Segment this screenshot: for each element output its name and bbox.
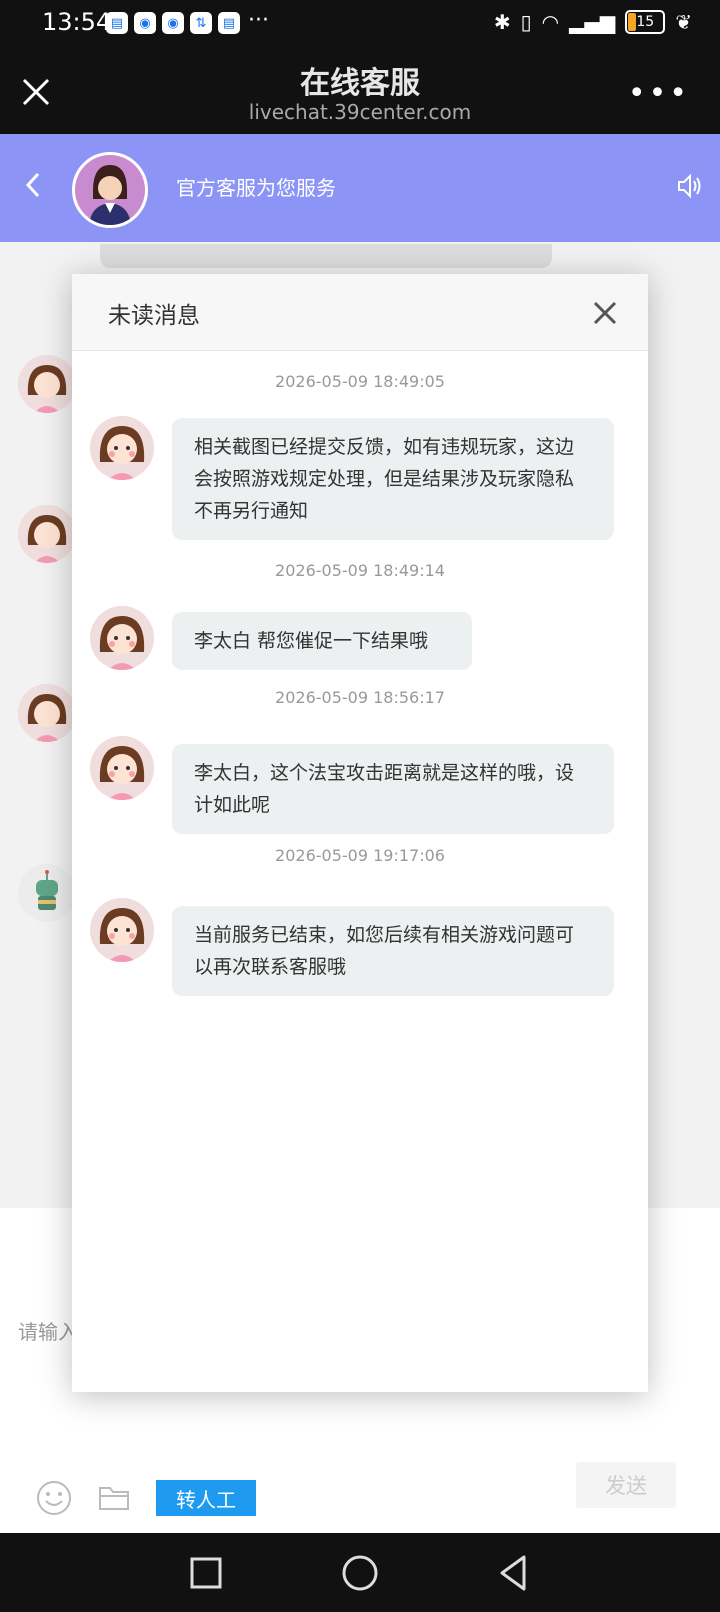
agent-avatar: [72, 152, 148, 228]
browser-app-icon: ◉: [134, 12, 156, 34]
home-icon[interactable]: [340, 1553, 380, 1593]
message-bubble: 李太白，这个法宝攻击距离就是这样的哦，设计如此呢: [172, 744, 614, 834]
browser-title-bar: 在线客服 livechat.39center.com •••: [0, 48, 720, 134]
background-agent-avatar: [18, 505, 76, 563]
page-url: livechat.39center.com: [248, 100, 472, 124]
background-agent-avatar: [18, 684, 76, 742]
message-timestamp: 2026-05-09 18:49:05: [275, 372, 445, 391]
leaf-icon: ❦: [675, 10, 692, 34]
agent-avatar: [90, 416, 154, 480]
message-bubble: 当前服务已结束，如您后续有相关游戏问题可以再次联系客服哦: [172, 906, 614, 996]
background-message-pill: [100, 244, 552, 268]
status-time: 13:54: [42, 8, 112, 36]
message-timestamp: 2026-05-09 19:17:06: [275, 846, 445, 865]
emoji-icon[interactable]: [36, 1480, 72, 1516]
agent-avatar: [90, 606, 154, 670]
message-bubble: 李太白 帮您催促一下结果哦: [172, 612, 472, 670]
folder-icon[interactable]: [98, 1482, 130, 1512]
speaker-icon[interactable]: [676, 172, 704, 200]
background-agent-avatar: [18, 355, 76, 413]
back-nav-icon[interactable]: [494, 1553, 534, 1593]
signal-icon: ▂▄▆: [569, 10, 616, 34]
book-app-icon: ▤: [218, 12, 240, 34]
dialog-header: 未读消息: [72, 274, 648, 351]
unread-messages-dialog: 未读消息 2026-05-09 18:49:05 相关截图已经提交反馈，如有违规…: [72, 274, 648, 1392]
more-options-icon[interactable]: •••: [628, 76, 690, 111]
more-notifications-icon: ···: [248, 8, 269, 33]
send-button[interactable]: 发送: [576, 1462, 676, 1508]
back-icon[interactable]: [22, 170, 44, 200]
page-title: 在线客服: [300, 66, 420, 101]
dialog-title: 未读消息: [108, 303, 200, 329]
agent-avatar: [90, 736, 154, 800]
transfer-app-icon: ⇅: [190, 12, 212, 34]
bluetooth-icon: ✱: [493, 10, 511, 34]
message-bubble: 相关截图已经提交反馈，如有违规玩家，这边会按照游戏规定处理，但是结果涉及玩家隐私…: [172, 418, 614, 540]
chat-header-title: 官方客服为您服务: [176, 176, 336, 200]
recent-apps-icon[interactable]: [186, 1553, 226, 1593]
message-input[interactable]: 请输入: [18, 1316, 78, 1345]
vibrate-icon: ▯: [520, 10, 532, 34]
message-timestamp: 2026-05-09 18:49:14: [275, 561, 445, 580]
chat-header: 官方客服为您服务: [0, 134, 720, 242]
system-navigation-bar: [0, 1533, 720, 1612]
wifi-icon: ◠: [541, 10, 560, 34]
close-icon[interactable]: [592, 300, 618, 326]
message-timestamp: 2026-05-09 18:56:17: [275, 688, 445, 707]
browser-app-icon: ◉: [162, 12, 184, 34]
notification-icons: ▤ ◉ ◉ ⇅ ▤: [106, 12, 240, 34]
agent-avatar: [90, 898, 154, 962]
status-right: ✱ ▯ ◠ ▂▄▆ 15 ❦: [494, 10, 692, 34]
status-bar: 13:54 ▤ ◉ ◉ ⇅ ▤ ··· ✱ ▯ ◠ ▂▄▆ 15 ❦: [0, 0, 720, 48]
battery-icon: 15: [625, 10, 666, 34]
transfer-to-human-button[interactable]: 转人工: [156, 1480, 256, 1516]
book-app-icon: ▤: [106, 12, 128, 34]
robot-avatar: [18, 864, 76, 922]
